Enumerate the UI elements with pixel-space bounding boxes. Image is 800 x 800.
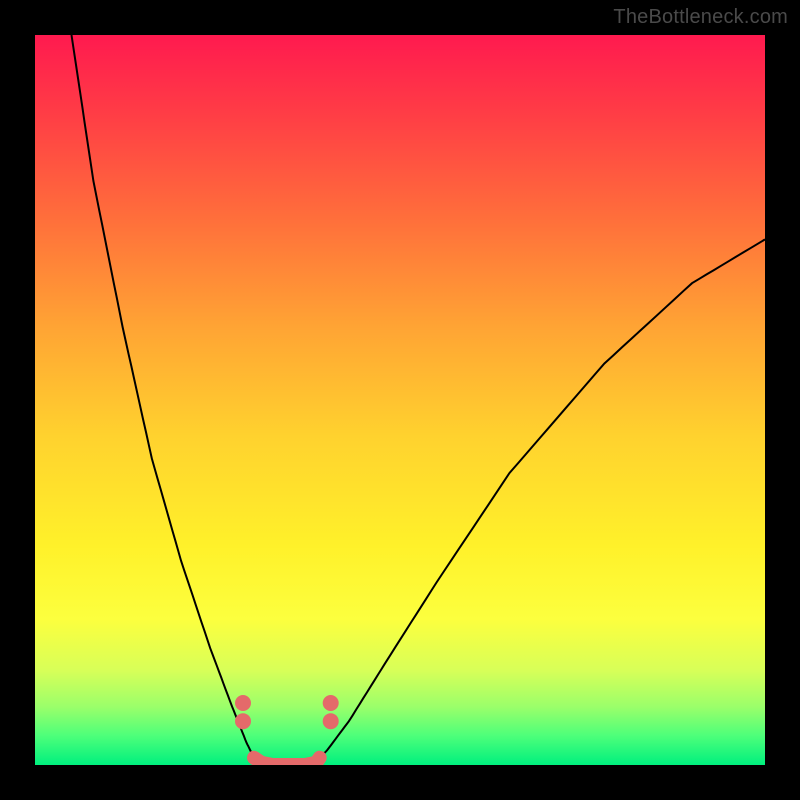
- minimum-region-path: [254, 758, 320, 765]
- curve-layer: [35, 35, 765, 765]
- minimum-marker-dots: [235, 695, 339, 729]
- right-branch-curve: [312, 239, 765, 765]
- chart-frame: TheBottleneck.com: [0, 0, 800, 800]
- minimum-dot: [235, 713, 251, 729]
- plot-area: [35, 35, 765, 765]
- minimum-dot: [323, 695, 339, 711]
- minimum-dot: [323, 713, 339, 729]
- watermark-label: TheBottleneck.com: [613, 6, 788, 29]
- minimum-dot: [235, 695, 251, 711]
- left-branch-curve: [72, 35, 265, 765]
